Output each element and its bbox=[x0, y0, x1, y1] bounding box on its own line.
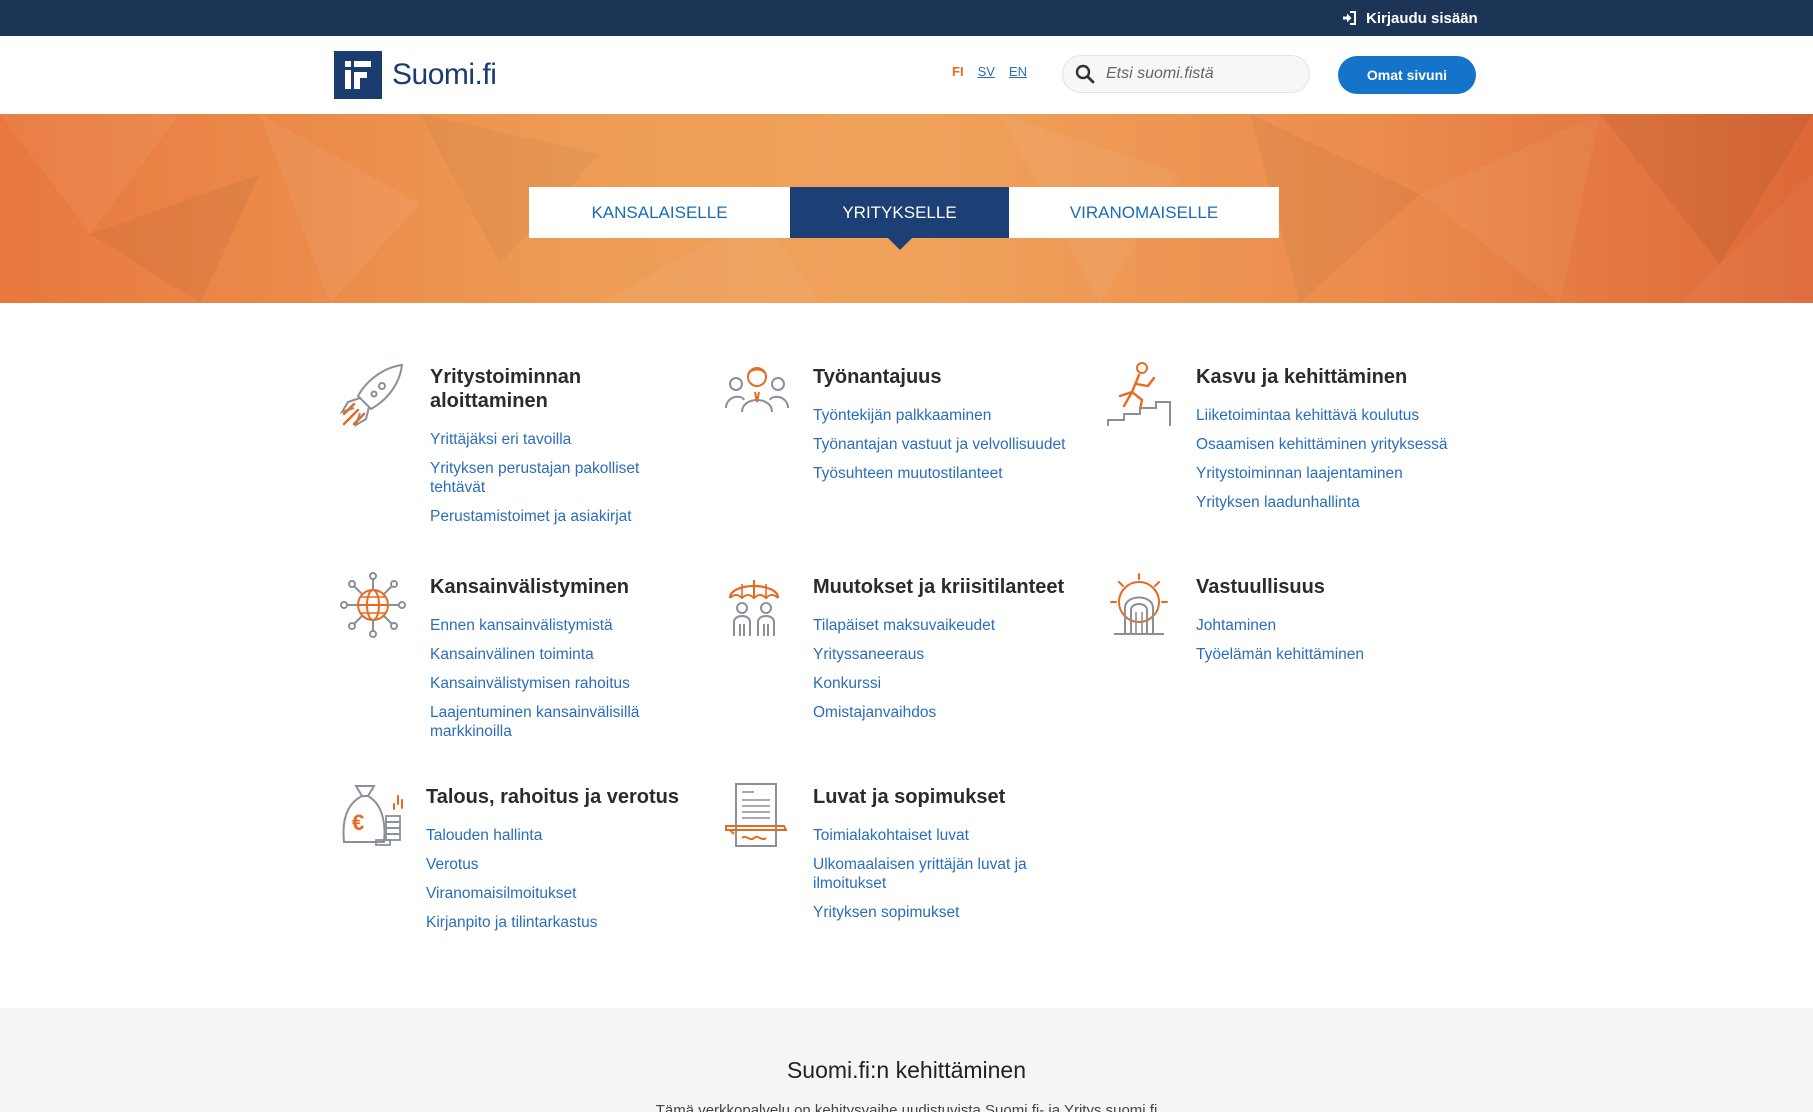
category-title[interactable]: Yritystoiminnan aloittaminen bbox=[430, 365, 690, 413]
umbrella-people-icon bbox=[728, 580, 780, 636]
search-input[interactable] bbox=[1106, 65, 1296, 83]
money-bag-icon: € bbox=[342, 785, 403, 846]
category-title[interactable]: Kansainvälistyminen bbox=[430, 575, 690, 599]
category-link[interactable]: Yrityssaneeraus bbox=[813, 645, 1093, 664]
category-link[interactable]: Osaamisen kehittäminen yrityksessä bbox=[1196, 435, 1486, 454]
category-link[interactable]: Yrityksen perustajan pakolliset tehtävät bbox=[430, 459, 690, 497]
language-selector: FI SV EN bbox=[952, 64, 1027, 79]
category-title[interactable]: Luvat ja sopimukset bbox=[813, 785, 1093, 809]
category-link[interactable]: Kansainvälinen toiminta bbox=[430, 645, 690, 664]
footer-text: Tämä verkkopalvelu on kehitysvaihe uudis… bbox=[655, 1102, 1158, 1112]
category-link[interactable]: Viranomaisilmoitukset bbox=[426, 884, 706, 903]
category-title[interactable]: Työnantajuus bbox=[813, 365, 1073, 389]
category-title[interactable]: Talous, rahoitus ja verotus bbox=[426, 785, 706, 809]
category-link[interactable]: Yritystoiminnan laajentaminen bbox=[1196, 464, 1486, 483]
category-link[interactable]: Ulkomaalaisen yrittäjän luvat ja ilmoitu… bbox=[813, 855, 1073, 893]
category-title[interactable]: Muutokset ja kriisitilanteet bbox=[813, 575, 1093, 599]
login-icon bbox=[1343, 11, 1356, 25]
gate-sun-icon bbox=[1110, 573, 1168, 635]
category-title[interactable]: Kasvu ja kehittäminen bbox=[1196, 365, 1486, 389]
category-link[interactable]: Kirjanpito ja tilintarkastus bbox=[426, 913, 706, 932]
category-link[interactable]: Työelämän kehittäminen bbox=[1196, 645, 1486, 664]
svg-text:€: € bbox=[352, 810, 364, 835]
category-link[interactable]: Konkurssi bbox=[813, 674, 1093, 693]
globe-network-icon bbox=[340, 572, 406, 638]
rocket-icon bbox=[340, 363, 404, 428]
category-link[interactable]: Toimialakohtaiset luvat bbox=[813, 826, 1073, 845]
category-link[interactable]: Liiketoimintaa kehittävä koulutus bbox=[1196, 406, 1486, 425]
category-link[interactable]: Perustamistoimet ja asiakirjat bbox=[430, 507, 690, 526]
login-link[interactable]: Kirjaudu sisään bbox=[1342, 8, 1478, 28]
category-link[interactable]: Tilapäiset maksuvaikeudet bbox=[813, 616, 1093, 635]
footer-title: Suomi.fi:n kehittäminen bbox=[786, 1057, 1027, 1083]
lang-en[interactable]: EN bbox=[1009, 64, 1027, 79]
footer-development-section: Suomi.fi:n kehittäminen Tämä verkkopalve… bbox=[0, 1008, 1813, 1112]
lang-sv[interactable]: SV bbox=[978, 64, 995, 79]
search-box bbox=[1062, 55, 1310, 93]
category-link[interactable]: Yrittäjäksi eri tavoilla bbox=[430, 430, 690, 449]
tab-viranomaiselle[interactable]: VIRANOMAISELLE bbox=[1009, 187, 1279, 238]
category-title[interactable]: Vastuullisuus bbox=[1196, 575, 1486, 599]
category-link[interactable]: Työsuhteen muutostilanteet bbox=[813, 464, 1073, 483]
hero-banner: KANSALAISELLE YRITYKSELLE VIRANOMAISELLE bbox=[0, 114, 1813, 303]
suomi-fi-logo[interactable]: Suomi.fi bbox=[334, 51, 497, 99]
category-link[interactable]: Laajentuminen kansainvälisillä markkinoi… bbox=[430, 703, 690, 741]
category-link[interactable]: Yrityksen sopimukset bbox=[813, 903, 1073, 922]
top-bar: Kirjaudu sisään bbox=[0, 0, 1813, 36]
logo-text: Suomi.fi bbox=[392, 58, 497, 91]
search-icon[interactable] bbox=[1075, 64, 1095, 84]
category-link[interactable]: Yrityksen laadunhallinta bbox=[1196, 493, 1486, 512]
lang-fi[interactable]: FI bbox=[952, 64, 964, 79]
category-link[interactable]: Työnantajan vastuut ja velvollisuudet bbox=[813, 435, 1073, 454]
category-link[interactable]: Omistajanvaihdos bbox=[813, 703, 1093, 722]
audience-tabs: KANSALAISELLE YRITYKSELLE VIRANOMAISELLE bbox=[529, 187, 1279, 250]
tab-kansalaiselle[interactable]: KANSALAISELLE bbox=[529, 187, 790, 238]
category-link[interactable]: Talouden hallinta bbox=[426, 826, 706, 845]
document-signature-icon bbox=[725, 783, 788, 847]
tab-yritykselle[interactable]: YRITYKSELLE bbox=[790, 187, 1009, 250]
category-link[interactable]: Työntekijän palkkaaminen bbox=[813, 406, 1073, 425]
category-link[interactable]: Ennen kansainvälistymistä bbox=[430, 616, 690, 635]
suomi-fi-logo-icon bbox=[334, 51, 382, 99]
climbing-stairs-icon bbox=[1107, 362, 1171, 426]
omat-sivuni-button[interactable]: Omat sivuni bbox=[1338, 56, 1476, 94]
employer-people-icon bbox=[725, 367, 789, 413]
category-link[interactable]: Johtaminen bbox=[1196, 616, 1486, 635]
category-link[interactable]: Kansainvälistymisen rahoitus bbox=[430, 674, 690, 693]
site-header: Suomi.fi FI SV EN Omat sivuni bbox=[0, 36, 1813, 114]
category-link[interactable]: Verotus bbox=[426, 855, 706, 874]
login-label: Kirjaudu sisään bbox=[1366, 9, 1478, 27]
